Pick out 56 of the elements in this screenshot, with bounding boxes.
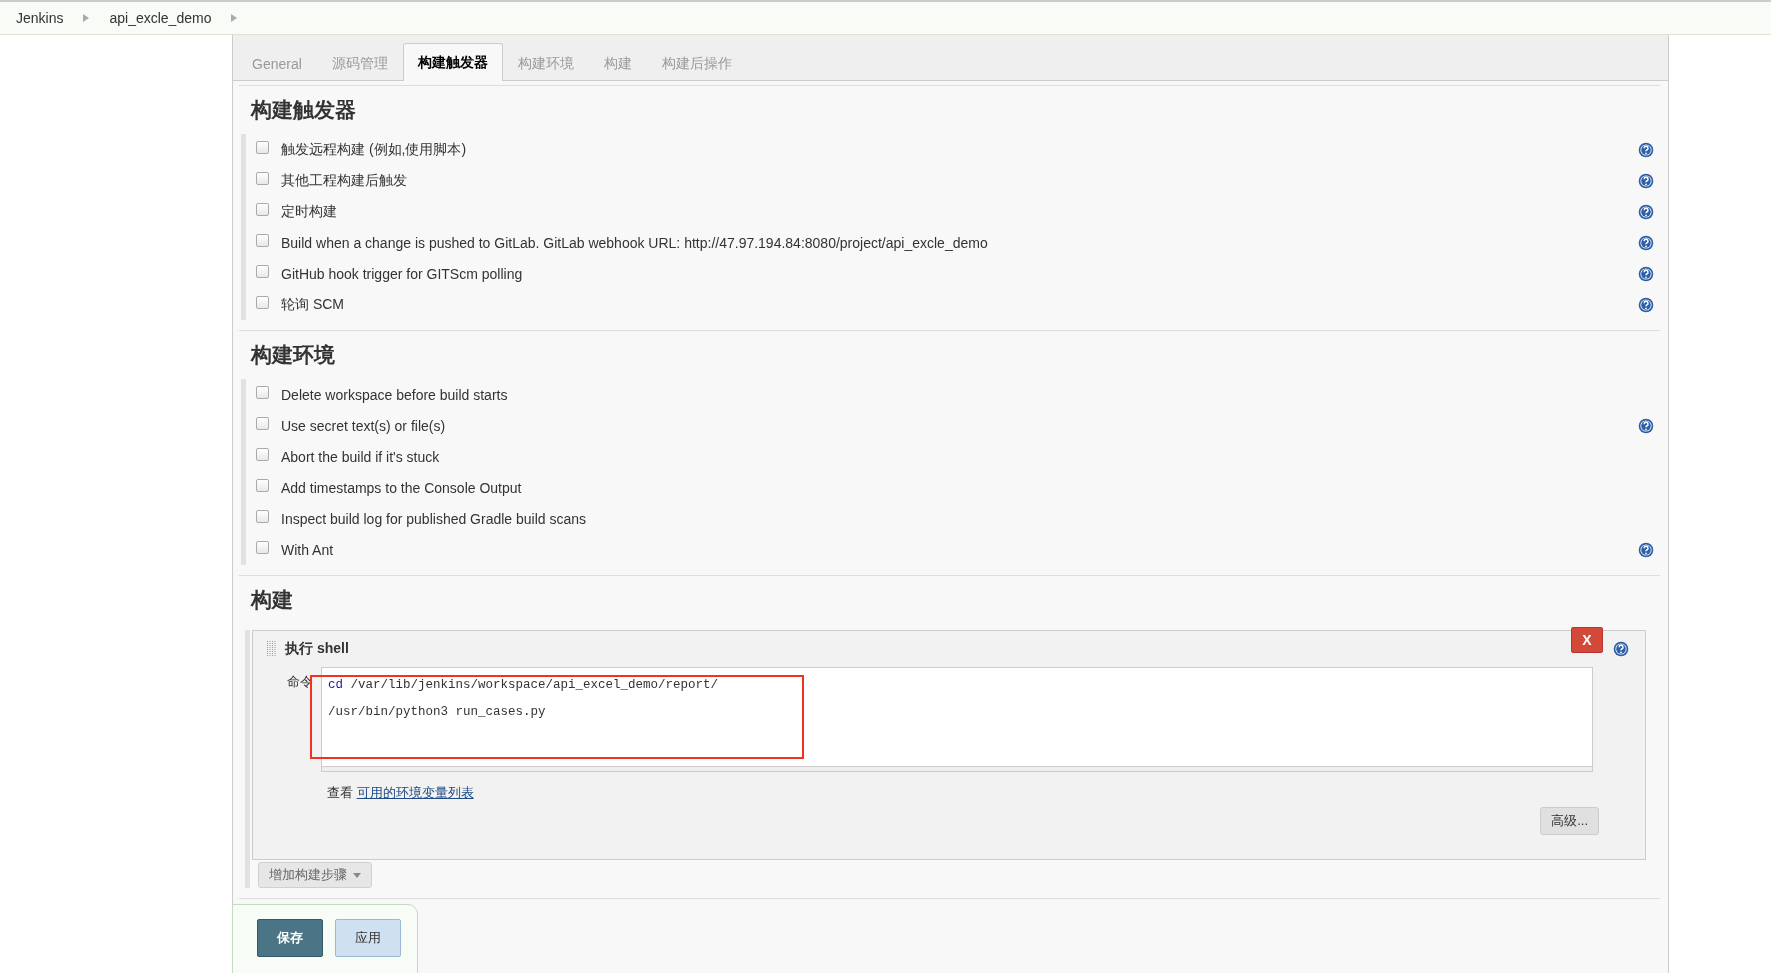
option-label: GitHub hook trigger for GITScm polling — [281, 265, 524, 282]
option-label: Delete workspace before build starts — [281, 386, 509, 403]
checkbox[interactable] — [256, 417, 269, 430]
option-label: Abort the build if it's stuck — [281, 448, 441, 465]
breadcrumb-link[interactable]: Jenkins — [16, 10, 64, 26]
delete-button[interactable]: X — [1571, 627, 1603, 653]
hint-text: 查看 可用的环境变量列表 — [326, 784, 475, 802]
help-icon[interactable] — [1638, 234, 1654, 251]
help-icon[interactable] — [1638, 172, 1654, 189]
option-label: Add timestamps to the Console Output — [281, 479, 523, 496]
checkbox[interactable] — [256, 541, 269, 554]
section-heading: 构建环境 — [249, 342, 336, 368]
checkbox[interactable] — [256, 510, 269, 523]
checkbox[interactable] — [256, 141, 269, 154]
caret-icon — [353, 872, 361, 878]
option-label: 其他工程构建后触发 — [281, 171, 408, 190]
env-vars-link[interactable]: 可用的环境变量列表 — [356, 785, 474, 800]
help-icon[interactable] — [1638, 296, 1654, 313]
section-heading: 构建触发器 — [249, 97, 357, 123]
option-label: Build when a change is pushed to GitLab. GitLab webhook URL: http://47.97.194.84:8080/project/api_excle_demo — [281, 234, 989, 251]
checkbox[interactable] — [256, 479, 269, 492]
command-field[interactable]: cd /var/lib/jenkins/workspace/api_excel_demo/report/ /usr/bin/python3 run_cases.py — [321, 667, 1593, 772]
help-icon[interactable] — [1638, 541, 1654, 558]
chevron-icon[interactable] — [83, 14, 90, 22]
checkbox[interactable] — [256, 234, 269, 247]
tab[interactable]: 构建后操作 — [646, 45, 747, 81]
help-icon[interactable] — [1638, 141, 1654, 158]
checkbox[interactable] — [256, 386, 269, 399]
help-icon[interactable] — [1638, 417, 1654, 434]
breadcrumb-link[interactable]: api_excle_demo — [109, 10, 212, 26]
step-title: 执行 shell — [285, 640, 349, 658]
option-label: Use secret text(s) or file(s) — [281, 417, 447, 434]
option-label: Inspect build log for published Gradle build scans — [281, 510, 588, 527]
checkbox[interactable] — [256, 265, 269, 278]
checkbox[interactable] — [256, 203, 269, 216]
save-button[interactable]: 保存 — [257, 919, 323, 957]
checkbox[interactable] — [256, 448, 269, 461]
help-icon[interactable] — [1638, 265, 1654, 282]
checkbox[interactable] — [256, 296, 269, 309]
tab[interactable]: 构建触发器 — [402, 43, 503, 81]
help-icon[interactable] — [1638, 203, 1654, 220]
drag-handle-icon[interactable] — [267, 641, 277, 657]
advanced-button[interactable]: 高级... — [1540, 807, 1599, 835]
chevron-icon[interactable] — [231, 14, 238, 22]
tab[interactable]: 源码管理 — [316, 45, 403, 81]
tab[interactable]: 构建 — [588, 45, 647, 81]
apply-button[interactable]: 应用 — [335, 919, 401, 957]
option-label: 触发远程构建 (例如,使用脚本) — [281, 140, 468, 159]
option-label: 定时构建 — [281, 202, 338, 221]
option-label: 轮询 SCM — [281, 295, 345, 314]
help-icon[interactable] — [1613, 641, 1629, 657]
checkbox[interactable] — [256, 172, 269, 185]
option-label: With Ant — [281, 541, 335, 558]
section-heading: 构建 — [249, 587, 294, 613]
tab[interactable]: 构建环境 — [502, 45, 589, 81]
add-step-button[interactable]: 增加构建步骤 — [258, 862, 372, 888]
